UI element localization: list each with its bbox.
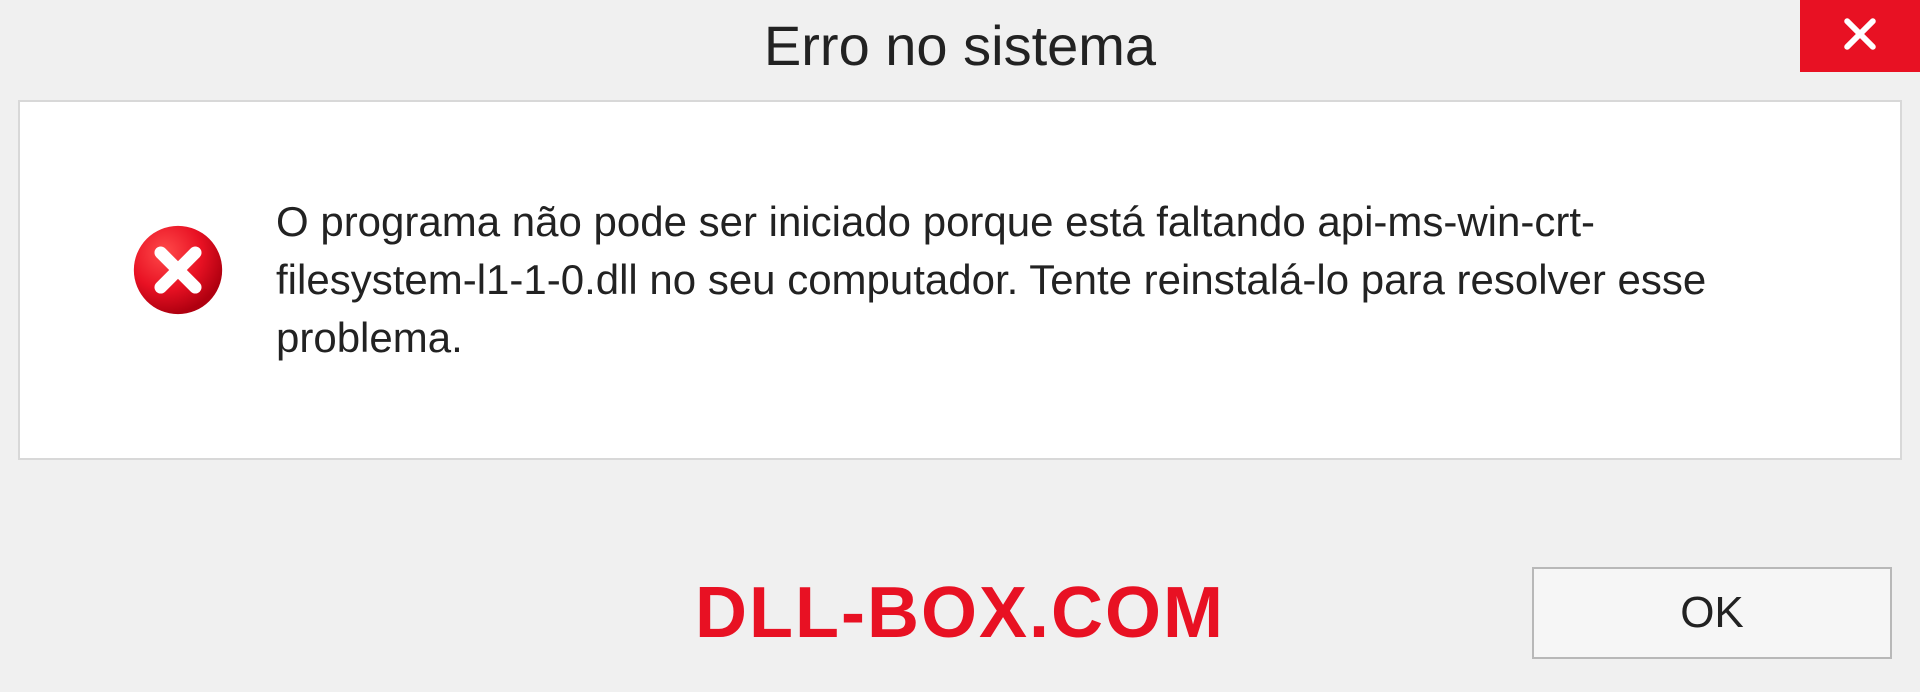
- close-button[interactable]: [1800, 0, 1920, 72]
- titlebar: Erro no sistema: [0, 0, 1920, 90]
- ok-button-label: OK: [1680, 588, 1744, 638]
- close-icon: [1838, 12, 1882, 61]
- content-panel: O programa não pode ser iniciado porque …: [18, 100, 1902, 460]
- watermark-text: DLL-BOX.COM: [695, 572, 1225, 654]
- dialog-title: Erro no sistema: [764, 13, 1156, 78]
- error-message: O programa não pode ser iniciado porque …: [276, 193, 1840, 367]
- error-icon: [130, 222, 226, 318]
- ok-button[interactable]: OK: [1532, 567, 1892, 659]
- footer: DLL-BOX.COM OK: [0, 558, 1920, 668]
